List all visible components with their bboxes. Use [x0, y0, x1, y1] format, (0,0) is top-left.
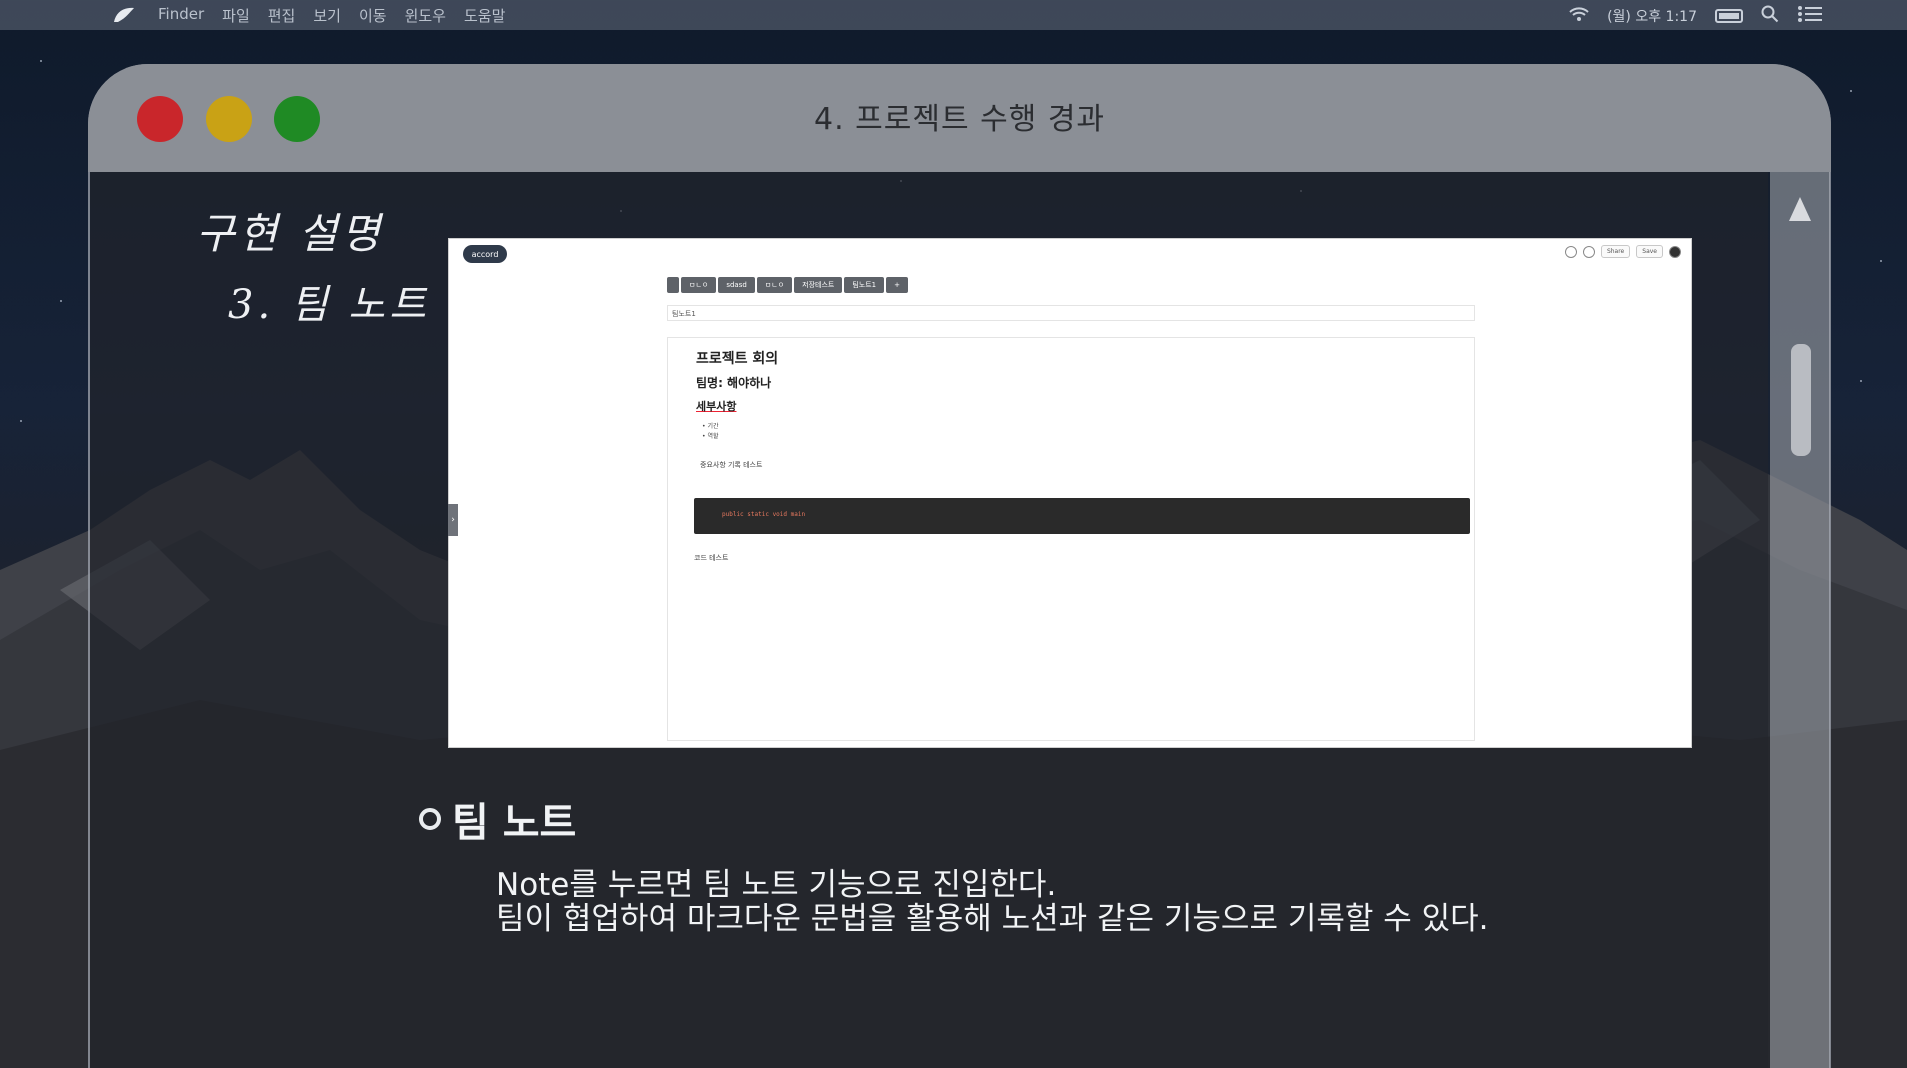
menu-help[interactable]: 도움말 — [464, 5, 505, 26]
scrollbar-thumb[interactable] — [1791, 344, 1811, 456]
code-text: public static void main — [722, 511, 806, 518]
section-heading: 구현 설명 — [196, 209, 384, 258]
note-heading-2: 팀명: 해야하나 — [696, 376, 772, 390]
embedded-settings-icon — [1582, 245, 1595, 258]
embedded-page-name: 팀노트1 — [667, 305, 1475, 321]
menu-edit[interactable]: 편집 — [268, 5, 296, 26]
embedded-profile-icon — [1669, 245, 1681, 258]
menu-view[interactable]: 보기 — [313, 5, 341, 26]
wifi-icon[interactable] — [1569, 6, 1589, 26]
embedded-user-status-icon — [1564, 245, 1577, 258]
embedded-save-button: Save — [1636, 245, 1663, 258]
battery-icon[interactable] — [1715, 9, 1743, 23]
menu-finder[interactable]: Finder — [158, 5, 204, 26]
vertical-scrollbar[interactable] — [1770, 172, 1830, 1068]
embedded-tab: sdasd — [718, 277, 755, 293]
embedded-tab: ㅁㄴㅇ — [756, 277, 793, 293]
description-line: Note를 누르면 팀 노트 기능으로 진입한다. — [496, 867, 1057, 903]
embedded-tab-active: 팀노트1 — [844, 277, 885, 293]
note-heading-3: 세부사항 — [696, 400, 737, 413]
menu-go[interactable]: 이동 — [359, 5, 387, 26]
bullet-ring-icon — [419, 808, 441, 830]
scroll-up-arrow-icon[interactable] — [1789, 197, 1811, 221]
menu-file[interactable]: 파일 — [222, 5, 250, 26]
embedded-note-editor: 프로젝트 회의 팀명: 해야하나 세부사항 • 기간 • 역할 중요사항 기록 … — [667, 337, 1475, 741]
embedded-tab-blank — [667, 277, 679, 293]
description-line: 팀이 협업하여 마크다운 문법을 활용해 노션과 같은 기능으로 기록할 수 있… — [496, 901, 1489, 937]
control-center-icon[interactable] — [1797, 5, 1823, 27]
feature-title: 팀 노트 — [452, 800, 577, 846]
search-icon[interactable] — [1761, 5, 1779, 27]
macos-menubar: Finder 파일 편집 보기 이동 윈도우 도움말 (월) 오후 1:17 — [0, 0, 1907, 30]
sidebar-toggle-handle: › — [448, 504, 458, 536]
app-logo-icon[interactable] — [112, 6, 136, 24]
app-screenshot: accord Share Save ㅁㄴㅇ sdasd ㅁㄴㅇ 저장테스트 팀노… — [448, 238, 1692, 748]
embedded-app-logo: accord — [463, 245, 507, 263]
embedded-tab: ㅁㄴㅇ — [681, 277, 717, 293]
feature-description: Note를 누르면 팀 노트 기능으로 진입한다. 팀이 협업하여 마크다운 문… — [496, 868, 1489, 936]
list-item: • 기간 — [702, 423, 719, 430]
code-caption: 코드 테스트 — [694, 554, 729, 562]
note-bullet-list: • 기간 • 역할 — [702, 422, 719, 442]
menubar-clock[interactable]: (월) 오후 1:17 — [1607, 6, 1697, 26]
list-item: • 역할 — [702, 433, 719, 440]
embedded-share-button: Share — [1600, 245, 1631, 258]
menu-window[interactable]: 윈도우 — [405, 5, 446, 26]
note-code-block: public static void main — [694, 498, 1470, 534]
embedded-tab: 저장테스트 — [794, 277, 843, 293]
window-title: 4. 프로젝트 수행 경과 — [813, 102, 1106, 137]
embedded-add-tab-button: + — [886, 277, 908, 293]
section-subheading: 3. 팀 노트 — [228, 282, 430, 328]
note-text-line: 중요사항 기록 테스트 — [700, 461, 763, 469]
note-heading-1: 프로젝트 회의 — [696, 351, 779, 367]
crescent-moon-icon — [148, 214, 164, 246]
